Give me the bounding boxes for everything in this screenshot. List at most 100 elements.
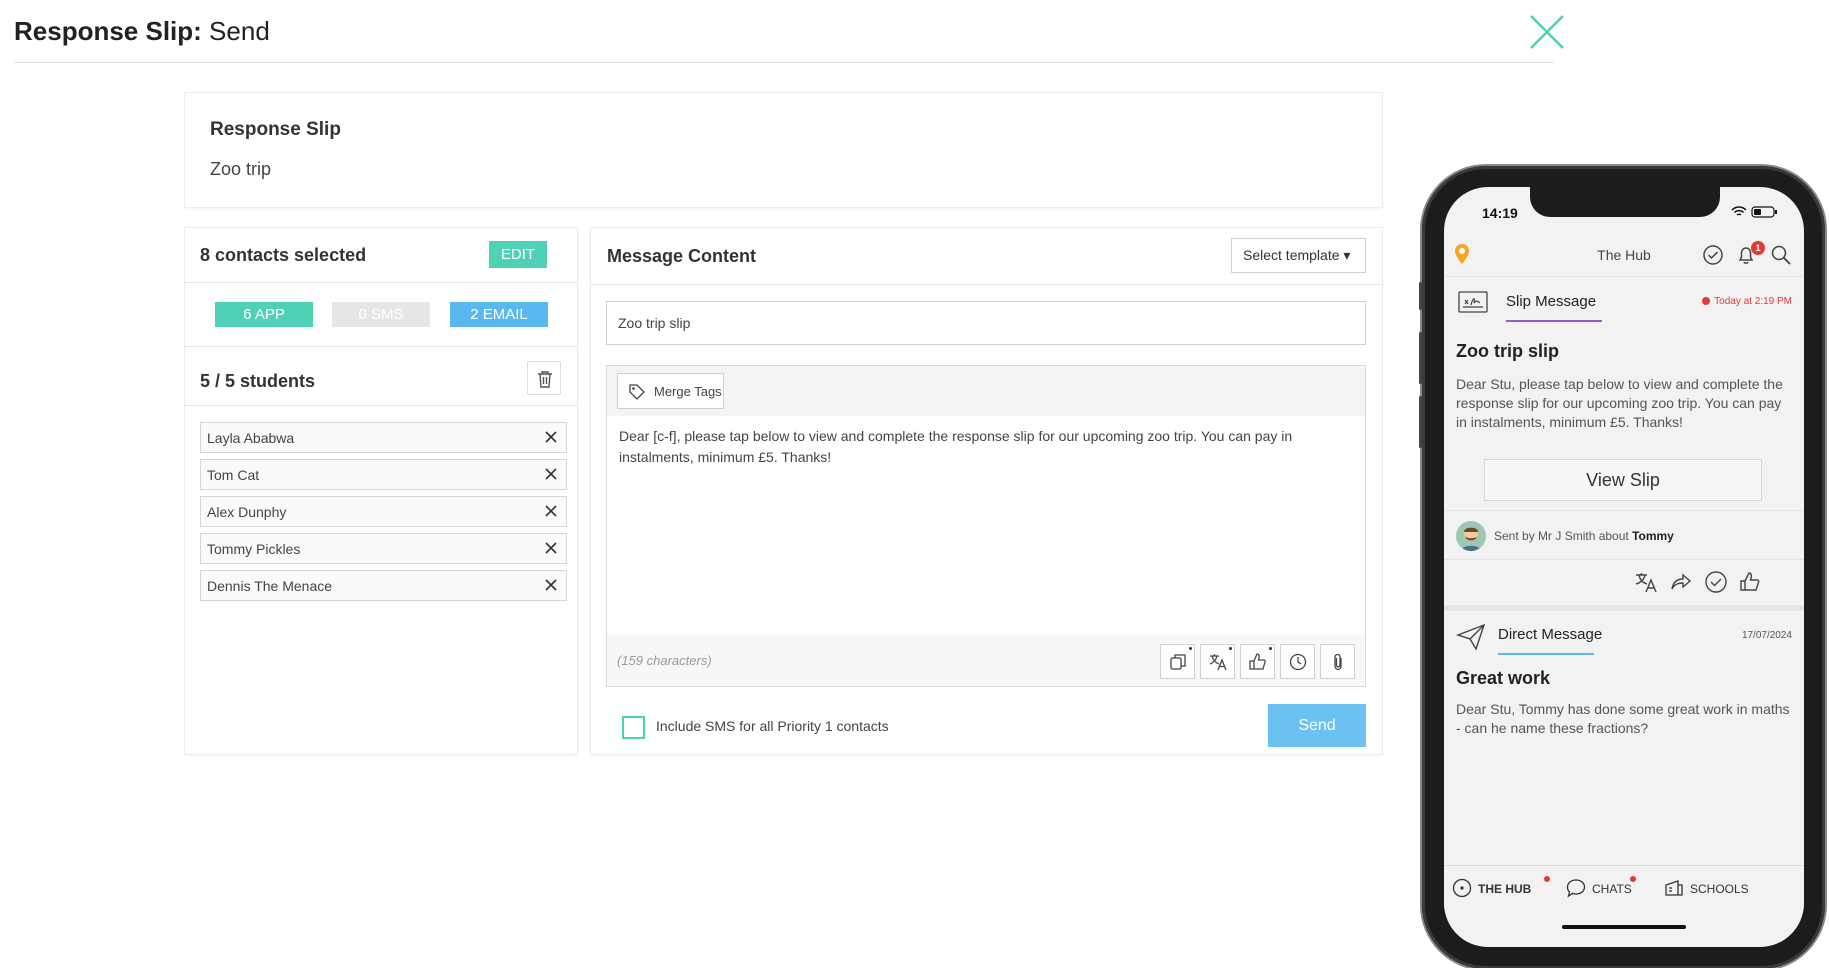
app-count-badge: 6 APP: [215, 302, 313, 327]
search-icon[interactable]: [1770, 244, 1792, 266]
close-button[interactable]: [1528, 13, 1566, 51]
share-icon[interactable]: [1669, 570, 1693, 594]
tab-chats-label: CHATS: [1592, 882, 1632, 896]
students-count: 5 / 5 students: [200, 371, 316, 391]
student-name: Tom Cat: [207, 467, 260, 483]
slip-title: Zoo trip slip: [1456, 341, 1559, 361]
page-header: Response Slip: Send: [14, 0, 1564, 63]
signature-icon: [1458, 291, 1488, 313]
include-sms-checkbox[interactable]: [622, 716, 645, 739]
school-icon: [1665, 880, 1683, 896]
student-item: Dennis The Menace: [200, 570, 567, 601]
check-circle-icon[interactable]: [1704, 570, 1728, 594]
dm-date: 17/07/2024: [1741, 630, 1792, 641]
student-list: Layla Ababwa Tom Cat Alex Dunphy Tommy P…: [200, 422, 567, 607]
template-select[interactable]: Select template ▾: [1231, 238, 1366, 273]
remove-student-icon[interactable]: [544, 504, 558, 518]
student-item: Tommy Pickles: [200, 533, 567, 564]
page-title-rest: Send: [201, 16, 270, 46]
message-panel: Message Content Select template ▾ Zoo tr…: [591, 228, 1382, 754]
message-editor: Merge Tags Dear [c-f], please tap below …: [606, 365, 1366, 687]
message-body-textarea[interactable]: Dear [c-f], please tap below to view and…: [607, 416, 1365, 635]
remove-student-icon[interactable]: [544, 467, 558, 481]
clock-icon: [1289, 653, 1307, 671]
trash-icon: [538, 371, 552, 388]
slip-message-type: Slip Message: [1506, 293, 1597, 310]
slip-message-card[interactable]: Slip Message Today at 2:19 PM Zoo trip s…: [1444, 279, 1804, 661]
editor-footer: (159 characters): [607, 635, 1365, 686]
tab-schools-label: SCHOOLS: [1690, 882, 1749, 896]
editor-toolbar: Merge Tags: [607, 366, 1365, 416]
view-slip-button[interactable]: View Slip: [1484, 459, 1762, 501]
include-sms-label: Include SMS for all Priority 1 contacts: [656, 718, 889, 734]
message-header: Message Content Select template ▾: [591, 228, 1382, 285]
dm-body: Dear Stu, Tommy has done some great work…: [1456, 701, 1790, 736]
student-name: Alex Dunphy: [207, 504, 287, 520]
subject-input[interactable]: Zoo trip slip: [606, 301, 1366, 345]
paperclip-icon: [1334, 653, 1342, 671]
translate-icon: [1209, 654, 1227, 671]
summary-label: Response Slip: [210, 119, 341, 140]
phone-screen: 14:19 The Hub 1 Slip Message Today at 2:…: [1444, 187, 1804, 947]
home-indicator: [1562, 925, 1686, 929]
tab-the-hub[interactable]: THE HUB: [1452, 876, 1552, 898]
message-title: Message Content: [607, 246, 757, 266]
slip-timestamp: Today at 2:19 PM: [1702, 296, 1792, 307]
chat-icon: [1566, 879, 1586, 898]
attach-button[interactable]: [1320, 644, 1355, 679]
remove-student-icon[interactable]: [544, 578, 558, 592]
summary-value: Zoo trip: [210, 159, 272, 179]
sms-count-badge: 0 SMS: [332, 302, 430, 327]
tag-icon: [629, 384, 645, 400]
translate-icon[interactable]: [1634, 570, 1658, 594]
check-circle-icon[interactable]: [1702, 244, 1724, 266]
paper-plane-icon: [1456, 623, 1486, 651]
channel-summary: 6 APP 0 SMS 2 EMAIL: [185, 284, 577, 347]
avatar: [1456, 521, 1486, 551]
contacts-header: 8 contacts selected EDIT: [185, 228, 577, 283]
dm-type: Direct Message: [1498, 626, 1603, 643]
merge-tags-button[interactable]: Merge Tags: [617, 373, 724, 409]
tab-chats[interactable]: CHATS: [1566, 876, 1646, 898]
slip-actions: [1444, 559, 1804, 603]
merge-tags-label: Merge Tags: [654, 384, 722, 399]
slip-message-header: Slip Message Today at 2:19 PM: [1444, 279, 1804, 323]
remove-student-icon[interactable]: [544, 430, 558, 444]
schedule-button[interactable]: [1280, 644, 1315, 679]
thumbs-up-icon[interactable]: [1738, 570, 1762, 594]
phone-notch: [1530, 187, 1720, 217]
remove-student-icon[interactable]: [544, 541, 558, 555]
phone-preview: 14:19 The Hub 1 Slip Message Today at 2:…: [1419, 166, 1825, 968]
copy-icon: [1170, 654, 1186, 670]
dm-title: Great work: [1456, 668, 1551, 688]
sender-text: Sent by Mr J Smith about Tommy: [1494, 529, 1674, 543]
page-title-bold: Response Slip:: [14, 16, 202, 46]
like-button[interactable]: [1240, 644, 1275, 679]
app-bar: The Hub 1: [1444, 231, 1804, 277]
notification-badge: 1: [1751, 241, 1765, 255]
student-name: Layla Ababwa: [207, 430, 295, 446]
tab-schools[interactable]: SCHOOLS: [1664, 878, 1774, 898]
clear-students-button[interactable]: [527, 361, 561, 395]
thumbs-up-icon: [1249, 653, 1266, 670]
contacts-count: 8 contacts selected: [200, 245, 367, 265]
hub-icon: [1452, 878, 1472, 898]
student-item: Tom Cat: [200, 459, 567, 490]
students-header: 5 / 5 students: [185, 348, 577, 406]
close-icon: [1530, 15, 1564, 49]
send-button[interactable]: Send: [1268, 704, 1366, 747]
copy-button[interactable]: [1160, 644, 1195, 679]
slip-body: Dear Stu, please tap below to view and c…: [1456, 376, 1783, 430]
character-count: (159 characters): [617, 653, 712, 668]
student-name: Dennis The Menace: [207, 578, 333, 594]
edit-contacts-button[interactable]: EDIT: [489, 241, 547, 268]
status-time: 14:19: [1482, 205, 1518, 221]
sender-row: Sent by Mr J Smith about Tommy: [1444, 510, 1804, 558]
student-name: Tommy Pickles: [207, 541, 301, 557]
direct-message-card[interactable]: Direct Message 17/07/2024 Great work Dea…: [1444, 613, 1804, 763]
page-title: Response Slip: Send: [14, 16, 270, 47]
tab-the-hub-label: THE HUB: [1478, 882, 1532, 896]
slip-summary-card: Response Slip Zoo trip: [185, 93, 1382, 207]
translate-button[interactable]: [1200, 644, 1235, 679]
student-item: Alex Dunphy: [200, 496, 567, 527]
